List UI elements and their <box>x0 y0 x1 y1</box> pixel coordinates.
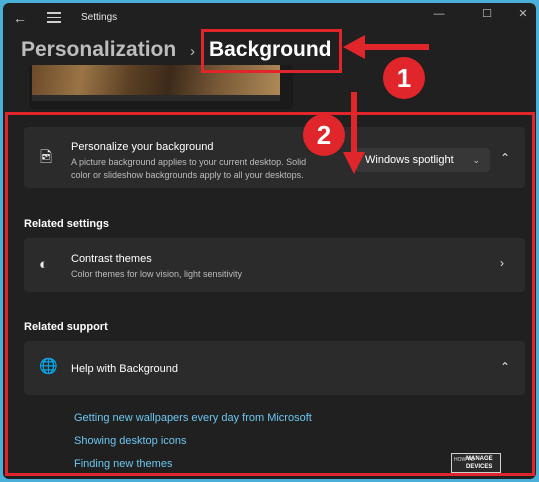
watermark-line-2: MANAGE <box>466 456 493 462</box>
annotation-arrow-2-shaft <box>351 92 357 154</box>
back-arrow-icon[interactable]: ← <box>13 10 31 26</box>
window-title: Settings <box>81 12 118 23</box>
preview-taskbar <box>32 95 280 101</box>
annotation-arrow-2-head <box>343 152 365 174</box>
help-title: Help with Background <box>71 363 179 375</box>
help-link-desktop-icons[interactable]: Showing desktop icons <box>74 435 187 447</box>
annotation-badge-2: 2 <box>303 114 345 156</box>
annotation-badge-1: 1 <box>383 57 425 99</box>
maximize-icon[interactable]: ☐ <box>479 7 495 21</box>
annotation-arrow-1-shaft <box>363 44 429 50</box>
chevron-right-icon: › <box>500 256 504 270</box>
chevron-up-icon[interactable]: ⌃ <box>500 360 510 374</box>
settings-window: ← Settings — ☐ ✕ Personalization › Backg… <box>3 3 536 479</box>
breadcrumb-separator: › <box>190 43 195 60</box>
contrast-themes-card[interactable]: ◐ Contrast themes Color themes for low v… <box>24 238 525 292</box>
background-type-dropdown[interactable]: Windows spotlight ⌄ <box>355 148 490 172</box>
annotation-arrow-1-head <box>343 35 365 59</box>
related-settings-heading: Related settings <box>24 218 109 230</box>
chevron-down-icon: ⌄ <box>472 155 480 165</box>
globe-icon: 🌐 <box>39 358 58 375</box>
chevron-up-icon[interactable]: ⌃ <box>500 151 510 165</box>
watermark-logo: HOW TO MANAGE DEVICES <box>451 453 501 473</box>
related-support-heading: Related support <box>24 321 108 333</box>
contrast-icon: ◐ <box>39 256 49 273</box>
hamburger-menu-icon[interactable] <box>47 12 61 24</box>
close-icon[interactable]: ✕ <box>515 7 531 21</box>
help-link-wallpapers[interactable]: Getting new wallpapers every day from Mi… <box>74 412 312 424</box>
help-link-themes[interactable]: Finding new themes <box>74 458 172 470</box>
picture-icon: 🖻 <box>40 149 53 166</box>
watermark-line-3: DEVICES <box>466 464 493 470</box>
contrast-description: Color themes for low vision, light sensi… <box>71 269 243 279</box>
minimize-icon[interactable]: — <box>431 7 447 21</box>
dropdown-value: Windows spotlight <box>365 154 454 166</box>
card-title: Personalize your background <box>71 141 214 153</box>
page-title: Background <box>209 38 332 61</box>
card-description-line-2: color or slideshow backgrounds apply to … <box>71 170 304 180</box>
contrast-title: Contrast themes <box>71 253 152 265</box>
card-description-line-1: A picture background applies to your cur… <box>71 157 307 167</box>
help-background-card[interactable]: 🌐 Help with Background ⌃ <box>24 341 525 395</box>
breadcrumb-parent[interactable]: Personalization <box>21 38 176 62</box>
